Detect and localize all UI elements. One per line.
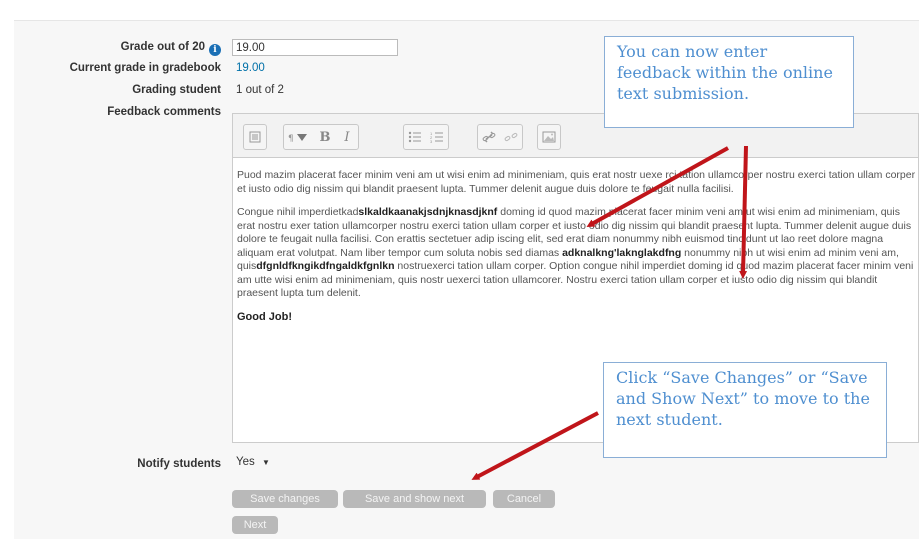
toolbar-group-media xyxy=(537,124,561,150)
para2-text-a: Congue nihil imperdietkad xyxy=(237,206,359,218)
toolbar-group-lists: 123 xyxy=(403,124,449,150)
bold-icon[interactable]: B xyxy=(314,125,336,149)
notify-select-value: Yes xyxy=(236,456,255,468)
notify-students-label: Notify students xyxy=(137,458,221,470)
para2-bold-b: adknalkng'laknglakdfng xyxy=(562,246,682,259)
toolbar-group-format: ¶ B I xyxy=(283,124,359,150)
save-and-show-next-button[interactable]: Save and show next xyxy=(343,490,486,508)
para2-bold-a: slkaldkaanakjsdnjknasdjknf xyxy=(358,206,498,218)
grading-student-value: 1 out of 2 xyxy=(236,84,284,96)
info-icon[interactable]: i xyxy=(209,44,221,56)
link-icon[interactable] xyxy=(478,125,500,149)
editor-content[interactable]: Puod mazim placerat facer minim veni am … xyxy=(237,169,917,334)
grade-label-text: Grade out of 20 xyxy=(120,41,205,53)
callout-save-info: Click “Save Changes” or “Save and Show N… xyxy=(603,362,887,458)
styles-icon[interactable]: ¶ xyxy=(284,125,314,149)
cancel-button[interactable]: Cancel xyxy=(493,490,555,508)
image-icon[interactable] xyxy=(538,125,560,149)
feedback-paragraph-2: Congue nihil imperdietkadslkaldkaanakjsd… xyxy=(237,206,917,301)
ordered-list-icon[interactable]: 123 xyxy=(426,125,448,149)
feedback-closing: Good Job! xyxy=(237,310,292,323)
save-changes-button[interactable]: Save changes xyxy=(232,490,338,508)
unordered-list-icon[interactable] xyxy=(404,125,426,149)
collapse-icon[interactable] xyxy=(244,125,266,149)
toolbar-group-collapse xyxy=(243,124,267,150)
grading-student-label: Grading student xyxy=(132,84,221,96)
grade-input[interactable] xyxy=(232,39,398,56)
svg-text:¶: ¶ xyxy=(288,134,294,143)
grading-page: Grade out of 20 i Current grade in gradeb… xyxy=(0,0,919,539)
chevron-down-icon: ▼ xyxy=(261,458,270,467)
current-grade-link[interactable]: 19.00 xyxy=(236,62,265,74)
para2-bold-c: dfgnldfkngikdfngaldkfgnlkn xyxy=(256,260,395,272)
unlink-icon[interactable] xyxy=(500,125,522,149)
italic-icon[interactable]: I xyxy=(336,125,358,149)
toolbar-group-links xyxy=(477,124,523,150)
current-grade-label: Current grade in gradebook xyxy=(69,62,221,74)
notify-students-select[interactable]: Yes ▼ xyxy=(232,455,274,473)
grade-label: Grade out of 20 i xyxy=(121,41,221,56)
feedback-comments-label: Feedback comments xyxy=(107,106,221,118)
next-button[interactable]: Next xyxy=(232,516,278,534)
callout-feedback-info: You can now enter feedback within the on… xyxy=(604,36,854,128)
svg-text:3: 3 xyxy=(430,139,433,143)
feedback-paragraph-1: Puod mazim placerat facer minim veni am … xyxy=(237,169,916,195)
